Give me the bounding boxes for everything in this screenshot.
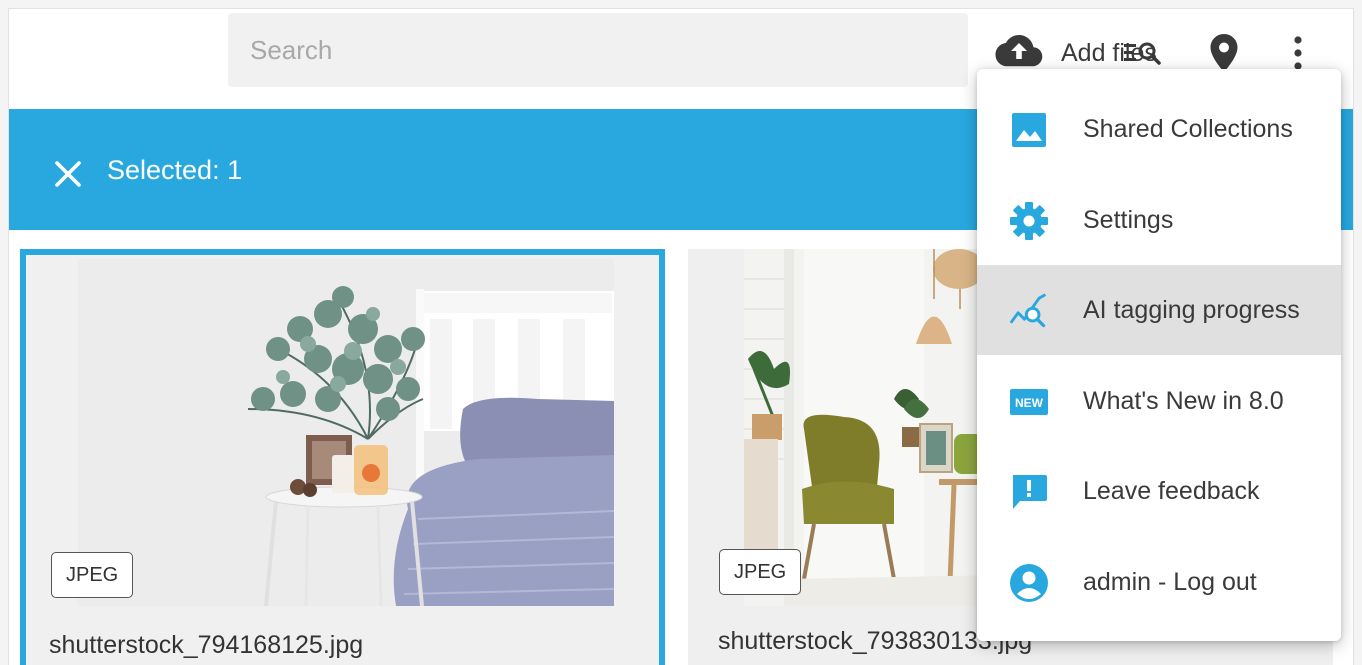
menu-item-shared-collections[interactable]: Shared Collections (977, 84, 1341, 174)
search-input[interactable] (228, 13, 888, 87)
search-box[interactable] (228, 13, 1161, 87)
menu-item-label: AI tagging progress (1083, 296, 1300, 324)
screenshot-frame: Add files Selected: 1 (0, 0, 1362, 665)
format-badge: JPEG (51, 552, 134, 598)
account-circle-icon (1009, 563, 1049, 603)
app-window: Add files Selected: 1 (8, 8, 1354, 665)
selection-count: Selected: 1 (107, 155, 243, 185)
menu-item-whats-new[interactable]: NEW What's New in 8.0 (977, 356, 1341, 446)
overflow-menu: Shared Collections Settings AI tagging p… (977, 69, 1341, 641)
new-badge-icon: NEW (1009, 382, 1049, 422)
menu-item-label: Shared Collections (1083, 115, 1293, 143)
gear-icon (1009, 201, 1049, 241)
menu-item-label: What's New in 8.0 (1083, 387, 1284, 415)
asset-thumbnail[interactable] (78, 259, 614, 606)
image-icon (1009, 110, 1049, 150)
add-files-label: Add files (1061, 38, 1157, 67)
menu-item-settings[interactable]: Settings (977, 175, 1341, 265)
cloud-upload-icon (995, 34, 1043, 73)
asset-card[interactable]: JPEG shutterstock_794168125.jpg (20, 249, 665, 665)
menu-item-leave-feedback[interactable]: Leave feedback (977, 446, 1341, 536)
chart-search-icon (1009, 291, 1049, 331)
asset-filename: shutterstock_794168125.jpg (49, 631, 364, 659)
feedback-icon (1009, 472, 1049, 512)
new-badge-text: NEW (1015, 396, 1044, 410)
menu-item-label: admin - Log out (1083, 568, 1257, 596)
menu-item-label: Settings (1083, 206, 1174, 234)
menu-item-logout[interactable]: admin - Log out (977, 537, 1341, 627)
menu-item-label: Leave feedback (1083, 477, 1260, 505)
format-badge: JPEG (719, 549, 802, 595)
close-icon[interactable] (53, 159, 83, 194)
menu-item-ai-tagging-progress[interactable]: AI tagging progress (977, 265, 1341, 355)
